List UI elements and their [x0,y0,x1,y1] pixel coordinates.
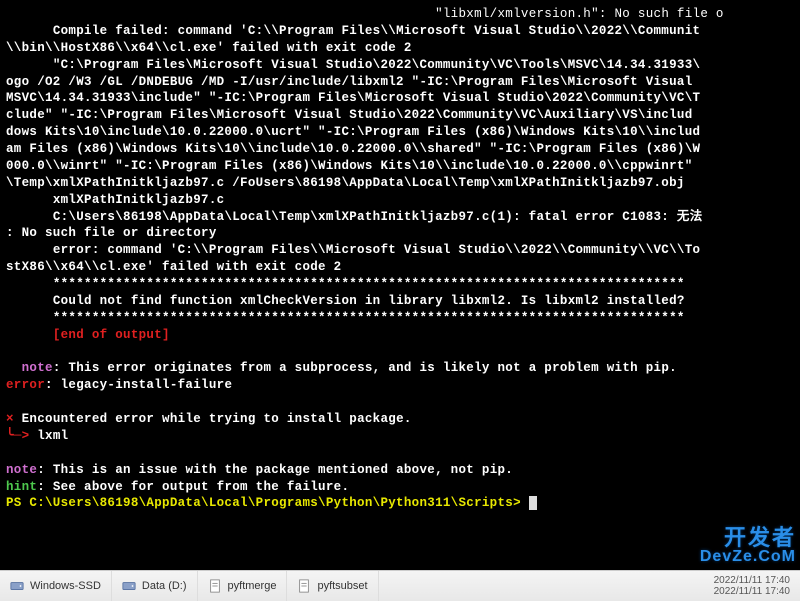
terminal-line: stX86\\x64\\cl.exe' failed with exit cod… [6,260,341,274]
file-label: pyftmerge [228,580,277,592]
powershell-prompt: PS C:\Users\86198\AppData\Local\Programs… [6,496,529,510]
note-text: : This is an issue with the package ment… [37,463,513,477]
terminal-line: 000.0\\winrt" "-IC:\Program Files (x86)\… [6,159,693,173]
file-label: pyftsubset [317,580,367,592]
note-text: : This error originates from a subproces… [53,361,677,375]
terminal-line: "C:\Program Files\Microsoft Visual Studi… [6,58,700,72]
error-line: error: legacy-install-failure [6,378,232,392]
terminal-line: \\bin\\HostX86\\x64\\cl.exe' failed with… [6,41,412,55]
terminal-line: xmlXPathInitkljazb97.c [6,193,224,207]
error-text: : legacy-install-failure [45,378,232,392]
note-line: note: This is an issue with the package … [6,463,513,477]
drive-icon [10,579,24,593]
encountered-text: Encountered error while trying to instal… [14,412,412,426]
terminal-line-fatal-error: C:\Users\86198\AppData\Local\Temp\xmlXPa… [6,210,703,224]
drive-windows-ssd[interactable]: Windows-SSD [0,571,112,601]
terminal-line: clude" "-IC:\Program Files\Microsoft Vis… [6,108,693,122]
end-of-output-marker: [end of output] [6,328,170,342]
file-pyftsubset[interactable]: pyftsubset [287,571,378,601]
terminal-line: "libxml/xmlversion.h": No such file o [6,7,724,21]
terminal-line: ogo /O2 /W3 /GL /DNDEBUG /MD -I/usr/incl… [6,75,700,89]
cursor-icon [529,496,537,510]
terminal-line: : No such file or directory [6,226,217,240]
hint-text: : See above for output from the failure. [37,480,349,494]
file-icon [208,579,222,593]
libxml2-error-line: Could not find function xmlCheckVersion … [6,294,685,308]
header-file-text: "libxml/xmlversion.h": No such file o [435,7,724,21]
hint-label: hint [6,480,37,494]
note-label: note [6,463,37,477]
package-name: lxml [37,429,68,443]
drive-data-d[interactable]: Data (D:) [112,571,198,601]
separator-line: ****************************************… [6,311,685,325]
package-line: ╰─> lxml [6,429,68,443]
encountered-error-line: × Encountered error while trying to inst… [6,412,412,426]
file-icon [297,579,311,593]
terminal-window[interactable]: "libxml/xmlversion.h": No such file o Co… [0,0,800,570]
terminal-line: MSVC\14.34.31933\include" "-IC:\Program … [6,91,700,105]
terminal-line: dows Kits\10\include\10.0.22000.0\ucrt" … [6,125,700,139]
terminal-line: \Temp\xmlXPathInitkljazb97.c /FoUsers\86… [6,176,685,190]
arrow-icon: ╰─> [6,429,37,443]
prompt-line[interactable]: PS C:\Users\86198\AppData\Local\Programs… [6,496,537,510]
x-icon: × [6,412,14,426]
explorer-taskbar: Windows-SSD Data (D:) pyftmerge pyftsubs… [0,570,800,601]
note-line: note: This error originates from a subpr… [6,361,677,375]
drive-icon [122,579,136,593]
error-label: error [6,378,45,392]
file-pyftmerge[interactable]: pyftmerge [198,571,288,601]
hint-line: hint: See above for output from the fail… [6,480,349,494]
file-timestamp: 2022/11/11 17:40 2022/11/11 17:40 [714,575,800,597]
drive-label: Windows-SSD [30,580,101,592]
separator-line: ****************************************… [6,277,685,291]
note-label: note [6,361,53,375]
terminal-line: error: command 'C:\\Program Files\\Micro… [6,243,700,257]
drive-label: Data (D:) [142,580,187,592]
terminal-line: Compile failed: command 'C:\\Program Fil… [6,24,700,38]
terminal-line: am Files (x86)\Windows Kits\10\\include\… [6,142,700,156]
